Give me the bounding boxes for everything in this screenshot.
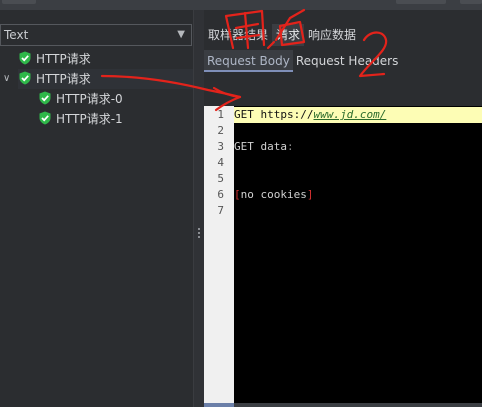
request-method-url: GET https:// xyxy=(234,108,314,121)
line-number: 6 xyxy=(217,188,224,201)
tree-item[interactable]: HTTP请求-0 xyxy=(38,89,123,109)
shield-check-icon xyxy=(39,91,51,105)
line-number: 1 xyxy=(217,108,224,121)
line-number: 3 xyxy=(217,140,224,153)
splitter-grip-icon[interactable] xyxy=(198,228,200,240)
line-number: 4 xyxy=(217,156,224,169)
code-line: GET https://www.jd.com/ xyxy=(234,107,482,123)
results-tree-panel: Text ▼ HTTP请求 ∨ HTTP请求 HTTP请求-0 HTTP请求-1 xyxy=(0,10,193,407)
tree-item-label: HTTP请求-0 xyxy=(56,92,123,106)
expand-toggle[interactable]: ∨ xyxy=(3,69,10,89)
tree-item[interactable]: HTTP请求-1 xyxy=(38,109,123,129)
request-subtabs: Request Body Request Headers xyxy=(204,50,401,72)
tab-request-headers[interactable]: Request Headers xyxy=(293,50,402,72)
tab-request-body[interactable]: Request Body xyxy=(204,50,293,72)
shield-check-icon xyxy=(19,51,31,65)
cookies-close-bracket: ] xyxy=(306,188,314,201)
result-detail-panel: 取样器结果 请求 响应数据 Request Body Request Headers … xyxy=(204,10,482,407)
tab-request[interactable]: 请求 xyxy=(272,24,305,46)
top-strip xyxy=(0,0,482,10)
toolbar-button[interactable] xyxy=(460,0,482,4)
tab-response-data[interactable]: 响应数据 xyxy=(304,24,360,46)
tree-item[interactable]: HTTP请求 xyxy=(18,49,91,69)
line-number: 5 xyxy=(217,172,224,185)
tree-item-label: HTTP请求-1 xyxy=(56,112,123,126)
tree-item-label: HTTP请求 xyxy=(36,72,91,86)
toolbar-button[interactable] xyxy=(2,0,36,4)
result-tabs: 取样器结果 请求 响应数据 xyxy=(204,24,360,46)
horizontal-scrollbar[interactable] xyxy=(204,403,482,407)
line-number: 7 xyxy=(217,204,224,217)
tree-item-selected[interactable]: HTTP请求 xyxy=(18,69,193,89)
code-line: GET data: xyxy=(234,139,482,155)
renderer-select[interactable]: Text ▼ xyxy=(0,24,192,46)
tab-sampler-result[interactable]: 取样器结果 xyxy=(204,24,272,46)
code-area[interactable]: GET https://www.jd.com/ GET data: [no co… xyxy=(234,106,482,403)
shield-check-icon xyxy=(19,71,31,85)
cookies-open-bracket: [ xyxy=(234,188,241,201)
code-line: [no cookies] xyxy=(234,187,482,203)
shield-check-icon xyxy=(39,111,51,125)
get-data-colon: : xyxy=(286,140,294,153)
request-body-editor[interactable]: 1 2 3 4 5 6 7 GET https://www.jd.com/ GE… xyxy=(204,106,482,407)
no-cookies-text: no cookies xyxy=(240,188,307,201)
renderer-select-value: Text xyxy=(4,28,29,42)
line-number: 2 xyxy=(217,124,224,137)
request-url-link[interactable]: www.jd.com/ xyxy=(313,108,386,121)
tree-item-label: HTTP请求 xyxy=(36,52,91,66)
line-number-gutter: 1 2 3 4 5 6 7 xyxy=(204,106,234,403)
toolbar-button[interactable] xyxy=(396,0,446,4)
editor-header xyxy=(204,88,482,106)
chevron-down-icon: ▼ xyxy=(177,29,185,40)
scrollbar-thumb[interactable] xyxy=(204,403,234,407)
get-data-label: GET data xyxy=(234,140,287,153)
